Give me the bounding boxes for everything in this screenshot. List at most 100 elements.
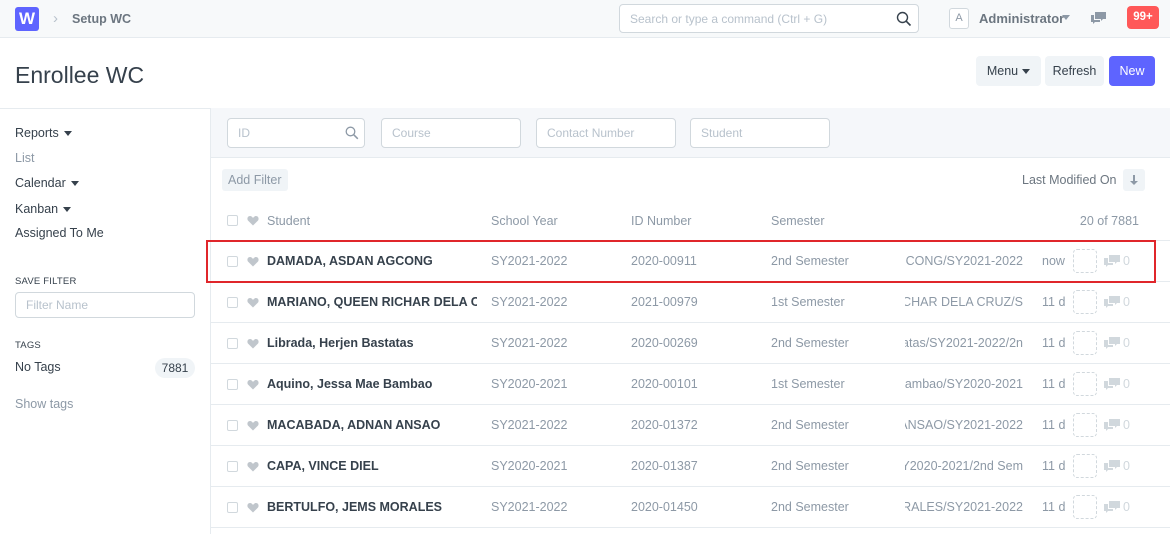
heart-icon[interactable] [247, 461, 259, 472]
sidebar-item-calendar[interactable]: Calendar [15, 176, 79, 190]
list-row[interactable]: BERTULFO, JEMS MORALES SY2021-2022 2020-01… [211, 487, 1170, 528]
row-checkbox[interactable] [227, 338, 238, 349]
list-row[interactable]: Librada, Herjen Bastatas SY2021-2022 2020-… [211, 323, 1170, 364]
heart-icon[interactable] [247, 297, 259, 308]
student-name-link[interactable]: MARIANO, QUEEN RICHAR DELA CRUZ [267, 295, 477, 309]
heart-icon[interactable] [247, 379, 259, 390]
list-row[interactable]: DAMADA, ASDAN AGCONG SY2021-2022 2020-0091… [211, 241, 1170, 282]
chevron-right-icon: › [53, 10, 58, 27]
comment-icon[interactable] [1104, 501, 1120, 513]
list-header: Student School Year ID Number Semester 2… [211, 201, 1170, 241]
assign-to-avatar[interactable] [1073, 290, 1097, 314]
record-title-cell: BERTULFO, JEMS MORALES/SY2021-2022/... [905, 500, 1023, 514]
heart-icon[interactable] [247, 256, 259, 267]
modified-time: 11 d [1042, 418, 1066, 432]
student-filter-input[interactable] [690, 118, 830, 148]
show-tags-link[interactable]: Show tags [15, 397, 73, 411]
id-number-cell: 2020-00269 [631, 336, 698, 350]
contact-number-filter-input[interactable] [536, 118, 676, 148]
refresh-button[interactable]: Refresh [1045, 56, 1104, 86]
new-button[interactable]: New [1109, 56, 1155, 86]
save-filter-heading: SAVE FILTER [15, 276, 77, 287]
school-year-cell: SY2021-2022 [491, 254, 568, 268]
breadcrumb[interactable]: Setup WC [72, 12, 131, 26]
row-checkbox[interactable] [227, 297, 238, 308]
search-icon [345, 126, 359, 140]
student-name-link[interactable]: MACABADA, ADNAN ANSAO [267, 418, 477, 432]
sidebar-item-list[interactable]: List [15, 151, 34, 165]
row-count: 20 of 7881 [1079, 214, 1139, 228]
comment-icon[interactable] [1104, 419, 1120, 431]
semester-cell: 1st Semester [771, 295, 845, 309]
sidebar-item-kanban[interactable]: Kanban [15, 202, 72, 216]
row-checkbox[interactable] [227, 502, 238, 513]
assign-to-avatar[interactable] [1073, 249, 1097, 273]
assign-to-avatar[interactable] [1073, 454, 1097, 478]
semester-cell: 2nd Semester [771, 459, 849, 473]
comment-count: 0 [1123, 459, 1130, 473]
comment-icon[interactable] [1104, 255, 1120, 267]
column-header-semester[interactable]: Semester [771, 214, 825, 228]
list-row[interactable]: Aquino, Jessa Mae Bambao SY2020-2021 2020-… [211, 364, 1170, 405]
list-panel: Add Filter Last Modified On Student Scho… [210, 108, 1170, 534]
student-name-link[interactable]: Librada, Herjen Bastatas [267, 336, 477, 350]
sidebar-item-assigned-to-me[interactable]: Assigned To Me [15, 226, 104, 240]
row-checkbox[interactable] [227, 461, 238, 472]
student-name-link[interactable]: Aquino, Jessa Mae Bambao [267, 377, 477, 391]
record-title-cell: MARIANO, QUEEN RICHAR DELA CRUZ/S... [905, 295, 1023, 309]
comment-icon[interactable] [1104, 378, 1120, 390]
heart-icon[interactable] [247, 502, 259, 513]
id-number-cell: 2020-00101 [631, 377, 698, 391]
caret-down-icon[interactable] [1062, 15, 1070, 20]
notifications-badge[interactable]: 99+ [1127, 6, 1159, 29]
course-filter-input[interactable] [381, 118, 521, 148]
search-icon[interactable] [896, 11, 912, 27]
assign-to-avatar[interactable] [1073, 495, 1097, 519]
app-logo[interactable]: W [15, 7, 39, 31]
heart-icon[interactable] [247, 338, 259, 349]
student-name-link[interactable]: CAPA, VINCE DIEL [267, 459, 477, 473]
id-number-cell: 2021-00979 [631, 295, 698, 309]
id-number-cell: 2020-01450 [631, 500, 698, 514]
row-checkbox[interactable] [227, 256, 238, 267]
sort-order-button[interactable] [1123, 169, 1145, 191]
row-checkbox[interactable] [227, 379, 238, 390]
sidebar-item-reports[interactable]: Reports [15, 126, 72, 140]
awesomebar[interactable] [619, 4, 919, 33]
sidebar-item-label: Kanban [15, 202, 59, 216]
no-tags-item[interactable]: No Tags [15, 360, 61, 374]
column-header-student[interactable]: Student [267, 214, 310, 228]
assign-to-avatar[interactable] [1073, 372, 1097, 396]
heart-icon[interactable] [247, 420, 259, 431]
select-all-checkbox[interactable] [227, 215, 238, 226]
comment-icon[interactable] [1104, 296, 1120, 308]
column-header-school-year[interactable]: School Year [491, 214, 558, 228]
school-year-cell: SY2021-2022 [491, 500, 568, 514]
caret-down-icon [63, 131, 72, 137]
student-name-link[interactable]: DAMADA, ASDAN AGCONG [267, 254, 477, 268]
row-checkbox[interactable] [227, 420, 238, 431]
list-row[interactable]: CAPA, VINCE DIEL SY2020-2021 2020-01387 2nd… [211, 446, 1170, 487]
avatar[interactable]: A [949, 8, 969, 29]
assign-to-avatar[interactable] [1073, 413, 1097, 437]
comment-count: 0 [1123, 336, 1130, 350]
comment-icon[interactable] [1104, 337, 1120, 349]
chat-icon[interactable] [1090, 11, 1107, 25]
student-name-link[interactable]: BERTULFO, JEMS MORALES [267, 500, 477, 514]
list-row[interactable]: MARIANO, QUEEN RICHAR DELA CRUZ SY2021-20… [211, 282, 1170, 323]
semester-cell: 2nd Semester [771, 418, 849, 432]
heart-icon[interactable] [247, 215, 259, 226]
search-input[interactable] [620, 5, 880, 32]
sort-selector[interactable]: Last Modified On [1022, 173, 1117, 187]
arrow-down-icon [1130, 175, 1138, 185]
comment-count: 0 [1123, 377, 1130, 391]
menu-button[interactable]: Menu [976, 56, 1041, 86]
assign-to-avatar[interactable] [1073, 331, 1097, 355]
filter-name-input[interactable] [15, 292, 195, 318]
list-row[interactable]: MACABADA, ADNAN ANSAO SY2021-2022 2020-013… [211, 405, 1170, 446]
modified-time: 11 d [1042, 377, 1066, 391]
user-menu[interactable]: Administrator [979, 11, 1064, 26]
add-filter-button[interactable]: Add Filter [222, 169, 288, 191]
column-header-id-number[interactable]: ID Number [631, 214, 691, 228]
comment-icon[interactable] [1104, 460, 1120, 472]
